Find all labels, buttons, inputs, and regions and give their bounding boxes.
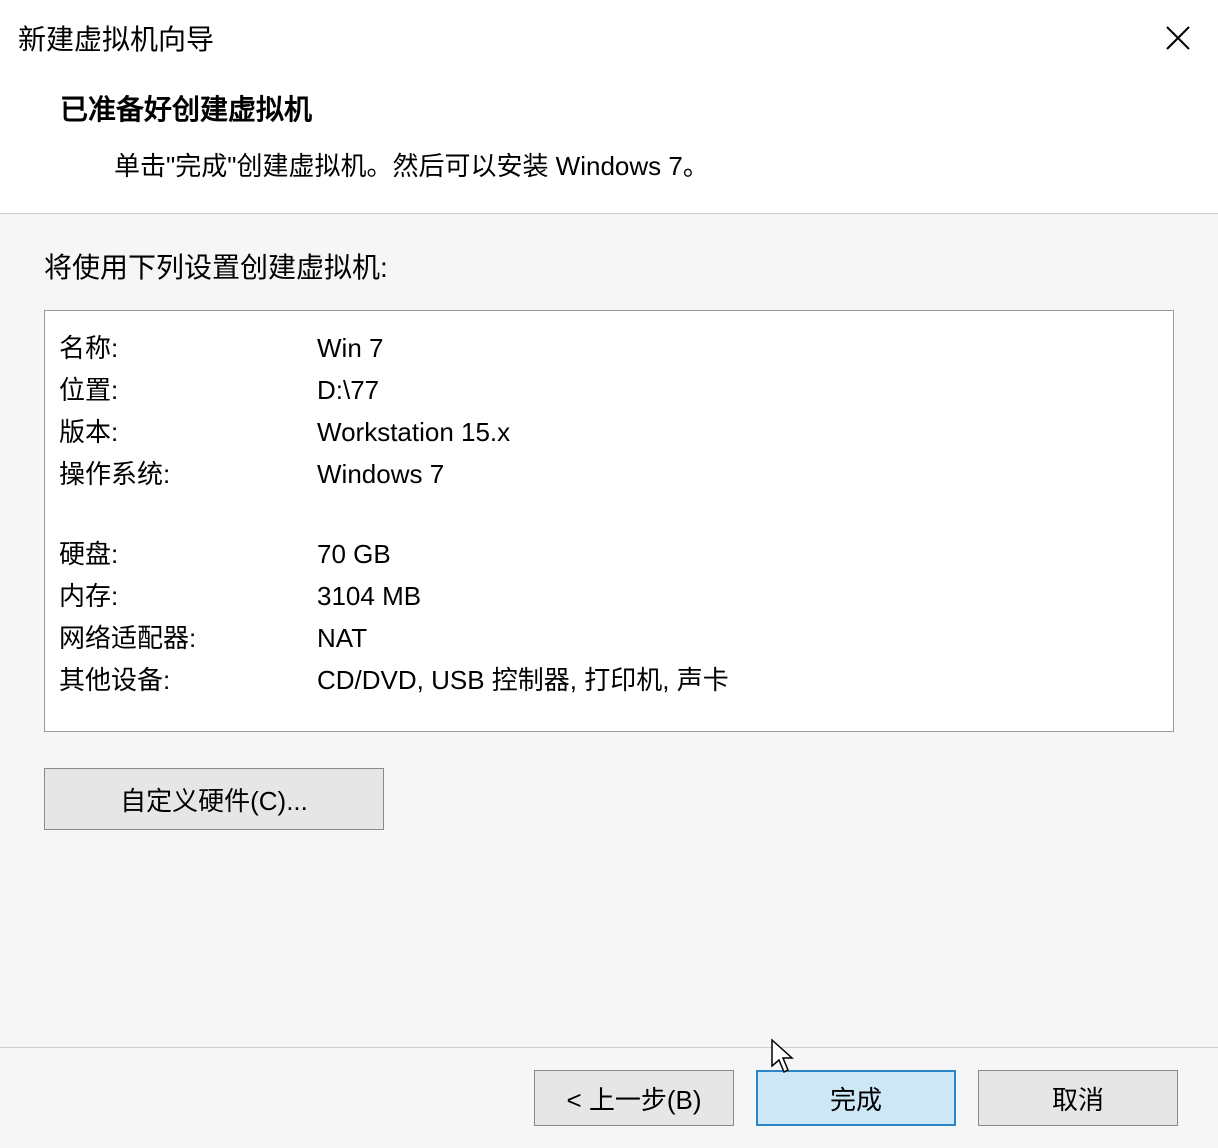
setting-row-name: 名称: Win 7 xyxy=(59,327,1159,369)
close-button[interactable] xyxy=(1158,18,1198,58)
summary-label: 将使用下列设置创建虚拟机: xyxy=(44,246,1174,286)
disk-value: 70 GB xyxy=(317,533,391,575)
network-value: NAT xyxy=(317,617,367,659)
close-icon xyxy=(1165,25,1191,51)
back-button[interactable]: < 上一步(B) xyxy=(534,1070,734,1126)
finish-button[interactable]: 完成 xyxy=(756,1070,956,1126)
dialog-title: 新建虚拟机向导 xyxy=(18,18,214,58)
settings-summary-box: 名称: Win 7 位置: D:\77 版本: Workstation 15.x… xyxy=(44,310,1174,732)
location-label: 位置: xyxy=(59,369,317,411)
wizard-header: 已准备好创建虚拟机 单击"完成"创建虚拟机。然后可以安装 Windows 7。 xyxy=(0,70,1218,213)
location-value: D:\77 xyxy=(317,369,379,411)
os-label: 操作系统: xyxy=(59,453,317,495)
setting-row-other: 其他设备: CD/DVD, USB 控制器, 打印机, 声卡 xyxy=(59,659,1159,701)
titlebar: 新建虚拟机向导 xyxy=(0,0,1218,70)
page-title: 已准备好创建虚拟机 xyxy=(60,88,1198,128)
other-value: CD/DVD, USB 控制器, 打印机, 声卡 xyxy=(317,659,729,701)
version-value: Workstation 15.x xyxy=(317,411,510,453)
setting-row-os: 操作系统: Windows 7 xyxy=(59,453,1159,495)
name-label: 名称: xyxy=(59,327,317,369)
row-gap xyxy=(59,495,1159,533)
other-label: 其他设备: xyxy=(59,659,317,701)
setting-row-version: 版本: Workstation 15.x xyxy=(59,411,1159,453)
setting-row-location: 位置: D:\77 xyxy=(59,369,1159,411)
memory-label: 内存: xyxy=(59,575,317,617)
wizard-footer: < 上一步(B) 完成 取消 xyxy=(0,1047,1218,1148)
cancel-button[interactable]: 取消 xyxy=(978,1070,1178,1126)
memory-value: 3104 MB xyxy=(317,575,421,617)
setting-row-disk: 硬盘: 70 GB xyxy=(59,533,1159,575)
setting-row-memory: 内存: 3104 MB xyxy=(59,575,1159,617)
wizard-dialog: 新建虚拟机向导 已准备好创建虚拟机 单击"完成"创建虚拟机。然后可以安装 Win… xyxy=(0,0,1218,1148)
page-subtitle: 单击"完成"创建虚拟机。然后可以安装 Windows 7。 xyxy=(114,146,1198,183)
name-value: Win 7 xyxy=(317,327,383,369)
os-value: Windows 7 xyxy=(317,453,444,495)
content-area: 将使用下列设置创建虚拟机: 名称: Win 7 位置: D:\77 版本: Wo… xyxy=(0,214,1218,1047)
version-label: 版本: xyxy=(59,411,317,453)
customize-hardware-button[interactable]: 自定义硬件(C)... xyxy=(44,768,384,830)
setting-row-network: 网络适配器: NAT xyxy=(59,617,1159,659)
network-label: 网络适配器: xyxy=(59,617,317,659)
disk-label: 硬盘: xyxy=(59,533,317,575)
